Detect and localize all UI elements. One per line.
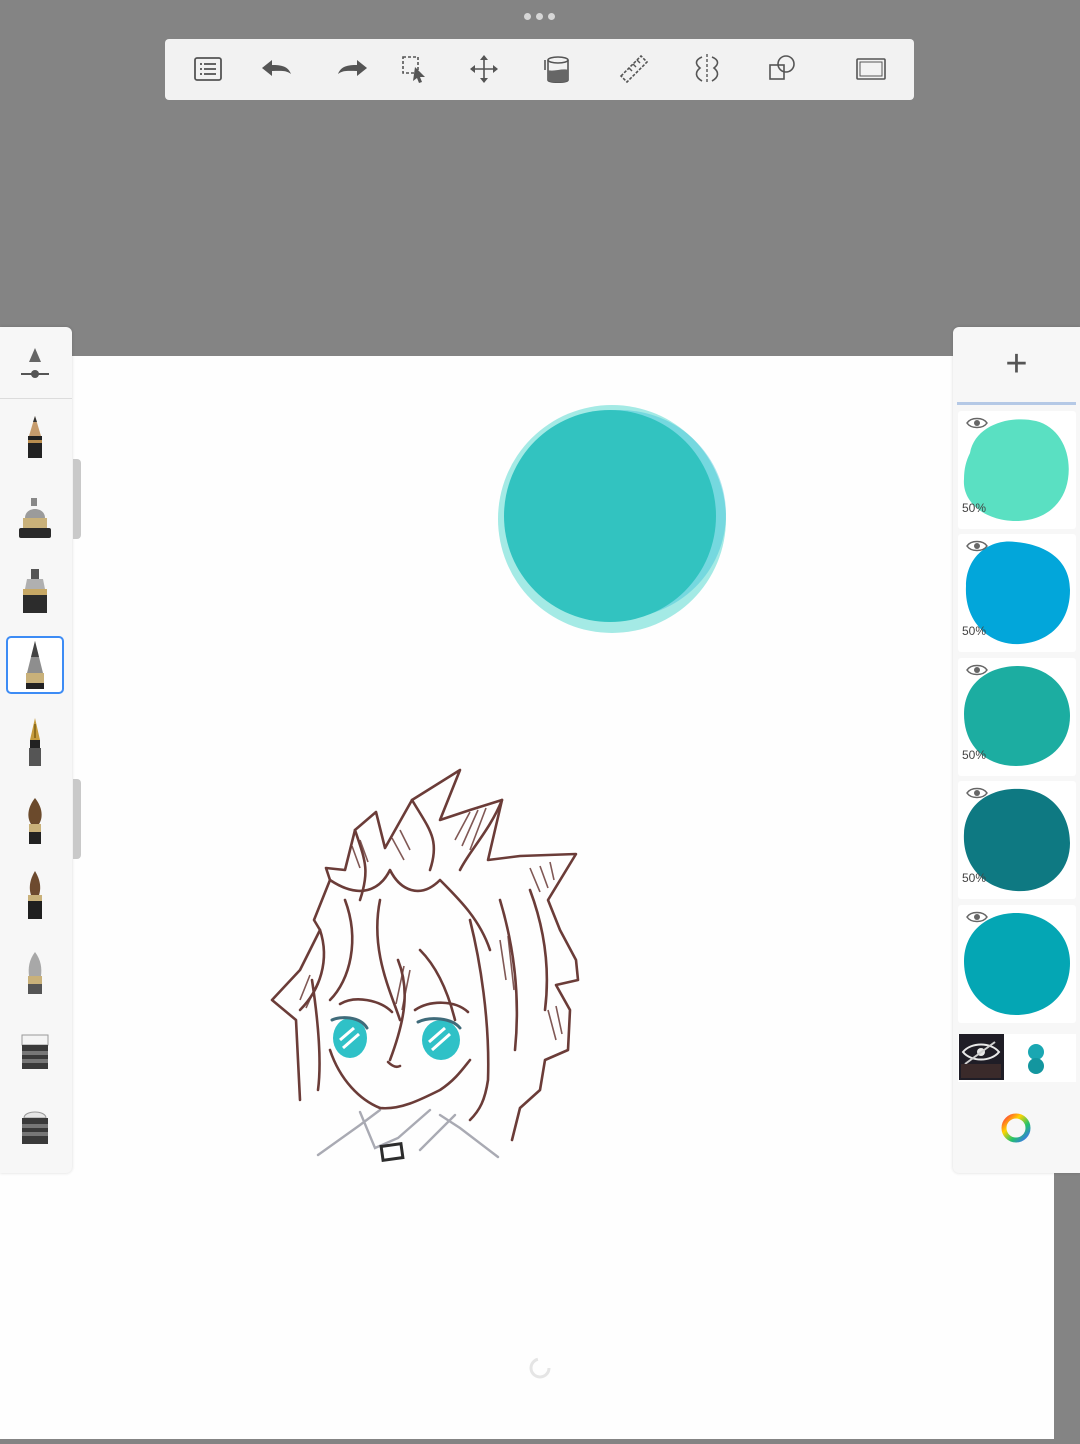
symmetry-icon[interactable] [684,49,730,89]
paint-brush-icon[interactable] [6,791,64,849]
ink-brush-icon[interactable] [6,866,64,924]
pencil-icon[interactable] [6,411,64,469]
layer-1[interactable]: 50% [958,411,1076,529]
shapes-icon[interactable] [759,49,805,89]
brush-scroll-indicator-lower[interactable] [73,779,81,859]
fullscreen-icon[interactable] [848,49,894,89]
canvas-artwork [270,405,726,1379]
ruler-icon[interactable] [611,49,657,89]
add-layer-button[interactable]: + [953,327,1080,401]
soft-eraser-icon[interactable] [6,1097,64,1155]
airbrush-icon[interactable] [6,489,64,547]
move-icon[interactable] [461,49,507,89]
top-toolbar [165,39,914,100]
undo-icon[interactable] [253,49,299,89]
eye-icon[interactable] [966,416,988,430]
brush-properties-icon[interactable] [6,335,64,393]
layer-3[interactable]: 50% [958,658,1076,776]
eye-icon[interactable] [966,786,988,800]
layer-list-icon[interactable] [185,49,231,89]
ballpoint-pen-icon[interactable] [6,713,64,771]
marker-icon[interactable] [6,564,64,622]
selection-icon[interactable] [391,49,437,89]
layer-panel: + 50% 50% 50% 50% [953,327,1080,1173]
eye-icon[interactable] [966,663,988,677]
background-layer[interactable] [958,1034,1076,1082]
redo-icon[interactable] [330,49,376,89]
eye-icon[interactable] [966,539,988,553]
layer-color-dots [1028,1044,1044,1074]
layer-opacity-label: 50% [962,501,987,515]
fill-bucket-icon[interactable] [535,49,581,89]
layer-5[interactable] [958,905,1076,1023]
technical-pen-icon[interactable] [6,636,64,694]
layer-2[interactable]: 50% [958,534,1076,652]
layer-opacity-label: 50% [962,748,987,762]
color-wheel-icon[interactable] [1001,1113,1031,1143]
drawing-canvas[interactable] [0,356,1054,1439]
toolbar-handle[interactable] [524,13,555,20]
brush-scroll-indicator[interactable] [73,459,81,539]
layer-panel-divider [957,402,1076,405]
background-image-thumbnail [959,1034,1004,1080]
eye-icon[interactable] [966,910,988,924]
layer-4[interactable]: 50% [958,781,1076,899]
layer-opacity-label: 50% [962,871,987,885]
panel-divider [0,398,72,399]
layer-opacity-label: 50% [962,624,987,638]
eraser-icon[interactable] [6,1022,64,1080]
brush-palette [0,327,72,1173]
smudge-icon[interactable] [6,943,64,1001]
